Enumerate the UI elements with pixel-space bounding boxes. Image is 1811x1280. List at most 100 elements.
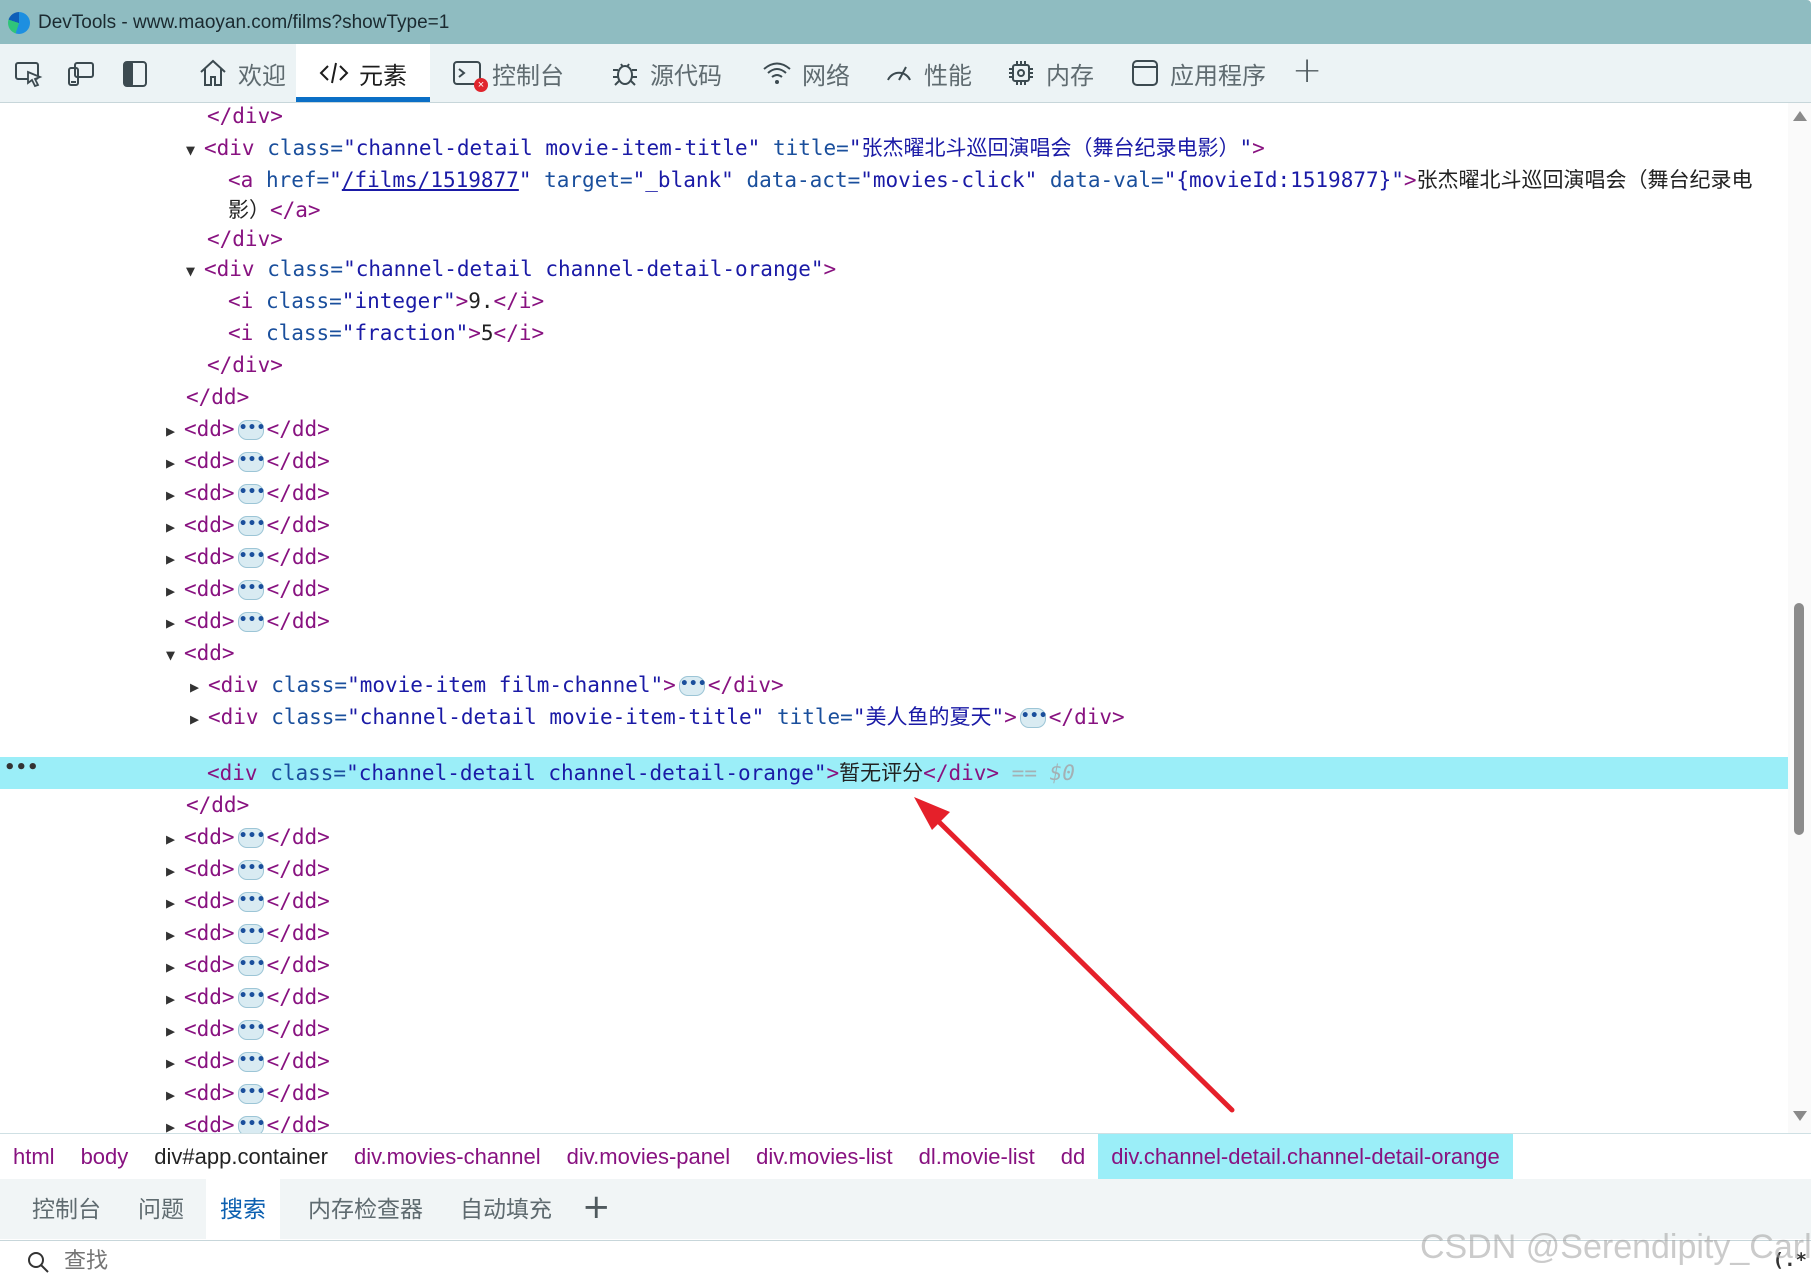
inspect-element-icon[interactable] [14, 60, 44, 88]
expand-ellipsis-button[interactable]: ••• [678, 676, 707, 696]
attr-value[interactable]: "美人鱼的夏天" [853, 705, 1004, 729]
collapsed-triangle-icon[interactable]: ▶ [166, 575, 184, 607]
expand-ellipsis-button[interactable]: ••• [237, 452, 265, 472]
collapsed-triangle-icon[interactable]: ▶ [166, 415, 184, 447]
attr-value[interactable]: "_blank" [633, 168, 734, 192]
tree-line[interactable]: </div> [0, 349, 1788, 381]
drawer-tab-issues[interactable]: 问题 [124, 1179, 198, 1239]
collapsed-triangle-icon[interactable]: ▶ [166, 855, 184, 887]
collapsed-triangle-icon[interactable]: ▶ [190, 703, 208, 735]
expanded-triangle-icon[interactable]: ▼ [186, 255, 204, 287]
collapsed-triangle-icon[interactable]: ▶ [166, 607, 184, 639]
collapsed-dd-row[interactable]: ▶ <dd> •••</dd> [0, 605, 1788, 637]
collapsed-triangle-icon[interactable]: ▶ [166, 887, 184, 919]
expand-ellipsis-button[interactable]: ••• [237, 892, 265, 912]
expand-ellipsis-button[interactable]: ••• [237, 956, 265, 976]
attr-value[interactable]: "channel-detail movie-item-title" [343, 136, 760, 160]
expand-ellipsis-button[interactable]: ••• [237, 988, 265, 1008]
attr-value[interactable]: "张杰曜北斗巡回演唱会（舞台纪录电影）" [849, 136, 1252, 160]
tab-application[interactable]: 应用程序 [1130, 44, 1266, 102]
expand-ellipsis-button[interactable]: ••• [237, 484, 265, 504]
drawer-tab-autofill[interactable]: 自动填充 [446, 1179, 566, 1239]
text-node[interactable]: 5 [481, 321, 494, 345]
crumb-dd[interactable]: dd [1048, 1134, 1098, 1179]
tab-elements[interactable]: 元素 [296, 44, 430, 102]
tree-line[interactable]: </dd> [0, 789, 1788, 821]
expand-ellipsis-button[interactable]: ••• [237, 516, 265, 536]
tree-line[interactable]: </div> [0, 103, 1788, 132]
add-tab-button[interactable]: + [1292, 50, 1322, 91]
drawer-tab-console[interactable]: 控制台 [18, 1179, 115, 1239]
scroll-up-arrow-icon[interactable] [1793, 111, 1807, 121]
tree-line[interactable]: </div> [0, 223, 1788, 255]
scroll-thumb[interactable] [1794, 603, 1804, 835]
scroll-down-arrow-icon[interactable] [1793, 1111, 1807, 1121]
collapsed-dd-row[interactable]: ▶ <dd> •••</dd> [0, 1045, 1788, 1077]
selected-node-line[interactable]: <div class="channel-detail channel-detai… [0, 757, 1788, 789]
collapsed-dd-row[interactable]: ▶ <dd> •••</dd> [0, 445, 1788, 477]
crumb-movies-channel[interactable]: div.movies-channel [341, 1134, 554, 1179]
expand-ellipsis-button[interactable]: ••• [237, 580, 265, 600]
expand-ellipsis-button[interactable]: ••• [237, 420, 265, 440]
collapsed-triangle-icon[interactable]: ▶ [166, 1047, 184, 1079]
expand-ellipsis-button[interactable]: ••• [237, 1084, 265, 1104]
tab-memory[interactable]: 内存 [1006, 44, 1094, 102]
expand-ellipsis-button[interactable]: ••• [237, 860, 265, 880]
crumb-app-container[interactable]: div#app.container [141, 1134, 341, 1179]
tree-line[interactable]: ▼ <div class="channel-detail channel-deta… [0, 253, 1788, 285]
collapsed-dd-row[interactable]: ▶ <dd> •••</dd> [0, 821, 1788, 853]
text-node[interactable]: 影） [228, 198, 270, 222]
collapsed-dd-row[interactable]: ▶ <dd> •••</dd> [0, 981, 1788, 1013]
search-input[interactable] [62, 1246, 866, 1276]
href-link[interactable]: /films/1519877 [342, 168, 519, 192]
collapsed-dd-row[interactable]: ▶ <dd> •••</dd> [0, 949, 1788, 981]
collapsed-dd-row[interactable]: ▶ <dd> •••</dd> [0, 1109, 1788, 1133]
dock-side-icon[interactable] [120, 60, 150, 88]
attr-value[interactable]: "movie-item film-channel" [347, 673, 663, 697]
collapsed-triangle-icon[interactable]: ▶ [166, 479, 184, 511]
tab-welcome[interactable]: 欢迎 [186, 44, 298, 102]
tree-line[interactable]: ▶ <div class="channel-detail movie-item-t… [0, 701, 1788, 733]
collapsed-dd-row[interactable]: ▶ <dd> •••</dd> [0, 1077, 1788, 1109]
expand-ellipsis-button[interactable]: ••• [237, 612, 265, 632]
collapsed-dd-row[interactable]: ▶ <dd> •••</dd> [0, 1013, 1788, 1045]
collapsed-dd-row[interactable]: ▶ <dd> •••</dd> [0, 413, 1788, 445]
collapsed-triangle-icon[interactable]: ▶ [166, 1111, 184, 1133]
expand-ellipsis-button[interactable]: ••• [237, 828, 265, 848]
collapsed-triangle-icon[interactable]: ▶ [166, 447, 184, 479]
attr-value[interactable]: "channel-detail channel-detail-orange" [346, 761, 826, 785]
attr-value[interactable]: "channel-detail movie-item-title" [347, 705, 764, 729]
expand-ellipsis-button[interactable]: ••• [1019, 708, 1048, 728]
attr-value[interactable]: "integer" [342, 289, 456, 313]
collapsed-dd-row[interactable]: ▶ <dd> •••</dd> [0, 541, 1788, 573]
tab-console[interactable]: × 控制台 [452, 44, 564, 102]
text-node[interactable]: 9. [468, 289, 493, 313]
crumb-html[interactable]: html [0, 1134, 68, 1179]
crumb-movie-list[interactable]: dl.movie-list [906, 1134, 1048, 1179]
expand-ellipsis-button[interactable]: ••• [237, 924, 265, 944]
collapsed-dd-row[interactable]: ▶ <dd> •••</dd> [0, 477, 1788, 509]
tab-network[interactable]: 网络 [762, 44, 850, 102]
collapsed-triangle-icon[interactable]: ▶ [166, 1079, 184, 1111]
device-emulation-icon[interactable] [66, 60, 96, 88]
collapsed-dd-row[interactable]: ▶ <dd> •••</dd> [0, 917, 1788, 949]
collapsed-triangle-icon[interactable]: ▶ [166, 983, 184, 1015]
crumb-movies-panel[interactable]: div.movies-panel [554, 1134, 743, 1179]
collapsed-triangle-icon[interactable]: ▶ [166, 919, 184, 951]
collapsed-triangle-icon[interactable]: ▶ [166, 511, 184, 543]
text-node[interactable]: 暂无评分 [839, 761, 923, 785]
tree-line[interactable]: ▼ <div class="channel-detail movie-item-t… [0, 132, 1788, 164]
tree-line[interactable]: </dd> [0, 381, 1788, 413]
expand-ellipsis-button[interactable]: ••• [237, 1020, 265, 1040]
expand-ellipsis-button[interactable]: ••• [237, 548, 265, 568]
collapsed-dd-row[interactable]: ▶ <dd> •••</dd> [0, 853, 1788, 885]
drawer-add-tab-button[interactable]: + [582, 1187, 611, 1227]
crumb-body[interactable]: body [68, 1134, 142, 1179]
expanded-triangle-icon[interactable]: ▼ [186, 134, 204, 166]
expand-ellipsis-button[interactable]: ••• [237, 1052, 265, 1072]
vertical-scrollbar[interactable] [1788, 103, 1811, 1133]
tab-sources[interactable]: 源代码 [610, 44, 722, 102]
attr-value[interactable]: "channel-detail channel-detail-orange" [343, 257, 823, 281]
attr-value[interactable]: "movies-click" [860, 168, 1037, 192]
collapsed-triangle-icon[interactable]: ▶ [166, 951, 184, 983]
